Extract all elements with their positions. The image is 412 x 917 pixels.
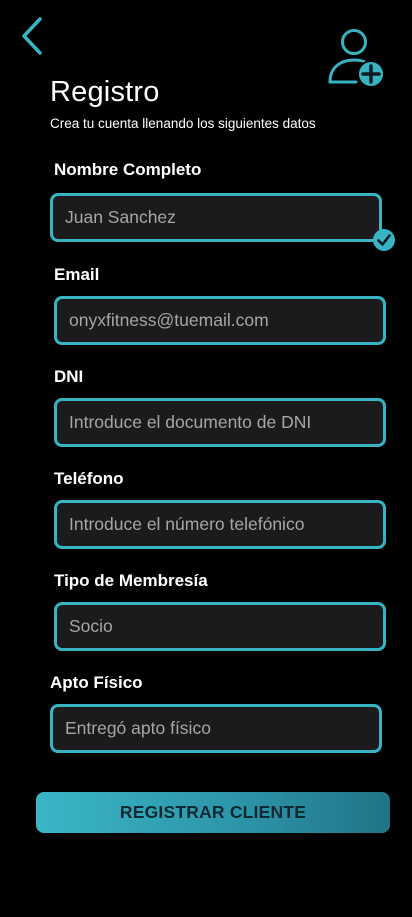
page-subtitle: Crea tu cuenta llenando los siguientes d… bbox=[50, 116, 316, 131]
check-icon bbox=[373, 229, 395, 251]
dni-label: DNI bbox=[54, 367, 84, 386]
fitness-label: Apto Físico bbox=[50, 673, 143, 692]
membership-field[interactable] bbox=[54, 602, 386, 651]
email-field[interactable] bbox=[54, 296, 386, 345]
add-user-icon bbox=[328, 29, 385, 88]
page-title: Registro bbox=[50, 76, 160, 108]
email-label: Email bbox=[54, 265, 100, 284]
membership-label: Tipo de Membresía bbox=[54, 571, 208, 590]
register-client-button[interactable]: REGISTRAR CLIENTE bbox=[36, 792, 390, 833]
fitness-field[interactable] bbox=[50, 704, 382, 753]
full-name-field[interactable] bbox=[50, 193, 382, 242]
back-button[interactable] bbox=[18, 16, 48, 56]
phone-label: Teléfono bbox=[54, 469, 124, 488]
dni-field[interactable] bbox=[54, 398, 386, 447]
chevron-left-icon bbox=[22, 17, 42, 55]
full-name-label: Nombre Completo bbox=[54, 160, 202, 179]
phone-field[interactable] bbox=[54, 500, 386, 549]
valid-check-badge bbox=[372, 228, 396, 252]
add-user-button[interactable] bbox=[326, 26, 388, 90]
